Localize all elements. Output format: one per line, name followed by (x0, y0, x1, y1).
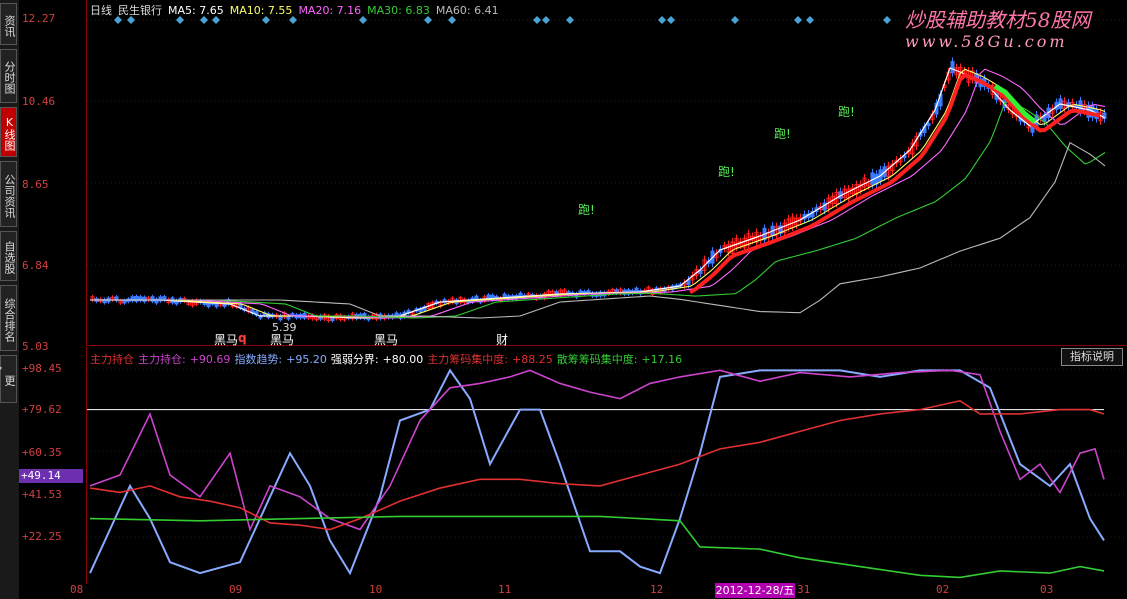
x-axis-label: 10 (369, 583, 383, 596)
signal-diamond (658, 16, 666, 24)
moving-average-line (90, 68, 1106, 319)
holding-line (89, 369, 1105, 532)
signal-diamond (566, 16, 574, 24)
run-signal: 跑! (838, 105, 855, 119)
watermark-url: www.58Gu.com (905, 32, 1068, 51)
q-marker: q (238, 331, 247, 345)
retail-chip-label: 散筹筹码集中度: (556, 353, 638, 366)
retail-chip-line (89, 515, 1105, 579)
current-value-marker: +49.14 (19, 469, 83, 483)
boundary-value: +80.00 (382, 353, 424, 366)
moving-average-line (90, 68, 1106, 319)
x-axis-label: 08 (70, 583, 84, 596)
x-axis-label: 09 (229, 583, 243, 596)
signal-diamond (794, 16, 802, 24)
cai-label: 财 (496, 333, 509, 347)
candle-body (214, 302, 219, 308)
indicator-axis-label: +79.62 (22, 403, 62, 416)
indicator-axis-label: +60.35 (22, 446, 62, 459)
ma20-value: MA20: 7.16 (298, 4, 362, 17)
trend-label: 指数趋势: (234, 353, 283, 366)
signal-diamond (806, 16, 814, 24)
run-signal: 跑! (718, 165, 735, 179)
trend-band (689, 72, 1101, 295)
candle-body (950, 61, 955, 74)
signal-diamond (731, 16, 739, 24)
low-price-label: 5.39 (272, 321, 297, 334)
signal-diamond (542, 16, 550, 24)
run-signal: 跑! (774, 127, 791, 141)
indicator-legend: 主力持仓 主力持仓: +90.69 指数趋势: +95.20 强弱分界: +80.00 主力筹… (90, 351, 686, 367)
candle-body (586, 290, 591, 294)
candle-body (578, 290, 583, 294)
stock-chart-window: 资讯 分时图 K线图 公司资讯 自选股 综合排名 更多.. 12.27 10.4… (0, 0, 1127, 599)
ma-legend: 日线 民生银行 MA5: 7.65 MA10: 7.55 MA20: 7.16 MA30:… (90, 2, 505, 18)
trend-value: +95.20 (286, 353, 327, 366)
main-chip-value: +88.25 (512, 353, 553, 366)
trend-line (89, 368, 1105, 576)
ma60-value: MA60: 6.41 (435, 4, 499, 17)
candle-body (134, 295, 139, 302)
indicator-axis-label: +98.45 (22, 362, 62, 375)
signal-diamond (883, 16, 891, 24)
boundary-label: 强弱分界: (330, 353, 379, 366)
indicator-axis-label: +41.53 (22, 488, 62, 501)
chart-canvas (87, 16, 1127, 579)
candle-body (874, 173, 879, 185)
holding-label: 主力持仓: (138, 353, 186, 366)
signal-diamond (667, 16, 675, 24)
x-axis-label: 12 (650, 583, 664, 596)
run-signal: 跑! (578, 203, 595, 217)
period-label: 日线 (90, 4, 112, 17)
main-chip-label: 主力筹码集中度: (427, 353, 509, 366)
retail-chip-value: +17.16 (641, 353, 683, 366)
indicator-axis-label: +22.25 (22, 530, 62, 543)
ma30-value: MA30: 6.83 (367, 4, 430, 17)
watermark-title: 炒股辅助教材58股网 (905, 8, 1091, 32)
crosshair-date: 2012-12-28/五 (715, 583, 795, 598)
main-chip-line (89, 400, 1105, 531)
candle-body (330, 316, 335, 322)
indicator-name: 主力持仓 (90, 353, 134, 366)
x-axis-label: 31 (797, 583, 811, 596)
x-axis-label: 02 (936, 583, 950, 596)
ma10-value: MA10: 7.55 (229, 4, 293, 17)
moving-average-line (90, 141, 1106, 319)
dark-horse-label: 黑马 (374, 333, 399, 347)
x-axis-label: 11 (498, 583, 512, 596)
holding-value: +90.69 (189, 353, 231, 366)
dark-horse-label: 黑马 (214, 333, 239, 347)
x-axis-label: 03 (1040, 583, 1054, 596)
signal-diamond (533, 16, 541, 24)
moving-average-line (90, 101, 1106, 319)
candle-body (122, 300, 127, 304)
candle-body (926, 123, 931, 127)
stock-name: 民生银行 (118, 4, 162, 17)
indicator-help-button[interactable]: 指标说明 (1061, 348, 1123, 366)
ma5-value: MA5: 7.65 (168, 4, 224, 17)
